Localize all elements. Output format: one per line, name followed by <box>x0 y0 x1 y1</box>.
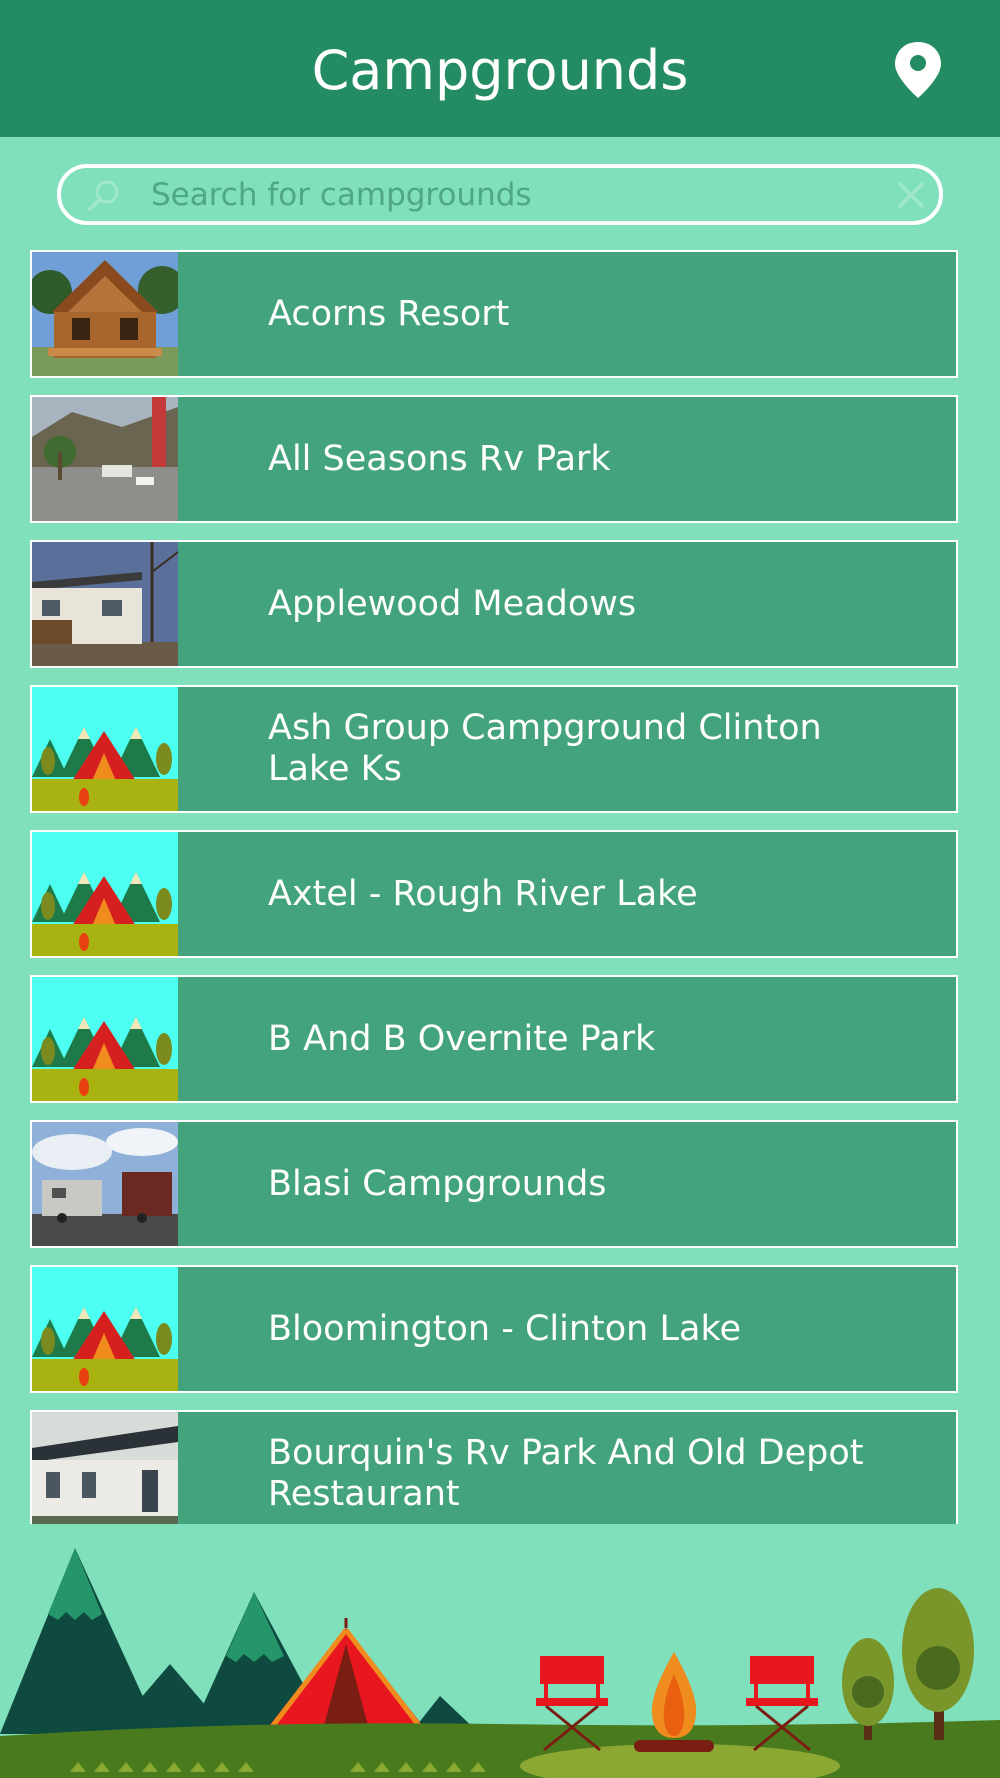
campground-name: All Seasons Rv Park <box>268 438 611 479</box>
rv-park-hillside-photo <box>32 397 178 521</box>
tent-placeholder-illustration <box>32 687 178 811</box>
mobile-home-photo <box>32 542 178 666</box>
list-item[interactable]: B And B Overnite Park <box>30 975 958 1103</box>
campground-name: Acorns Resort <box>268 293 510 334</box>
list-item[interactable]: All Seasons Rv Park <box>30 395 958 523</box>
search-input[interactable] <box>151 168 851 221</box>
list-item[interactable]: Blasi Campgrounds <box>30 1120 958 1248</box>
list-item[interactable]: Axtel - Rough River Lake <box>30 830 958 958</box>
magnifier-icon <box>88 180 119 211</box>
campground-name: Axtel - Rough River Lake <box>268 873 698 914</box>
search-bar <box>57 164 943 225</box>
campground-name: Blasi Campgrounds <box>268 1163 607 1204</box>
list-item[interactable]: Applewood Meadows <box>30 540 958 668</box>
rv-lot-photo <box>32 1122 178 1246</box>
campground-name: B And B Overnite Park <box>268 1018 656 1059</box>
list-item[interactable]: Bloomington - Clinton Lake <box>30 1265 958 1393</box>
close-icon[interactable] <box>897 181 925 209</box>
campground-name: Applewood Meadows <box>268 583 637 624</box>
list-item[interactable]: Bourquin's Rv Park And Old Depot Restaur… <box>30 1410 958 1524</box>
location-pin-icon <box>895 42 941 98</box>
tent-placeholder-illustration <box>32 832 178 956</box>
log-cabin-photo <box>32 252 178 376</box>
campground-name: Bourquin's Rv Park And Old Depot Restaur… <box>268 1433 864 1514</box>
app-header: Campgrounds <box>0 0 1000 137</box>
depot-building-photo <box>32 1412 178 1524</box>
campground-name: Bloomington - Clinton Lake <box>268 1308 741 1349</box>
page-title: Campgrounds <box>311 39 689 102</box>
location-button[interactable] <box>892 40 944 100</box>
list-item[interactable]: Ash Group Campground Clinton Lake Ks <box>30 685 958 813</box>
tent-placeholder-illustration <box>32 1267 178 1391</box>
campground-name: Ash Group Campground Clinton Lake Ks <box>268 708 822 789</box>
campground-list: Acorns Resort All Seasons Rv Park Applew… <box>30 250 958 1524</box>
tent-placeholder-illustration <box>32 977 178 1101</box>
list-item[interactable]: Acorns Resort <box>30 250 958 378</box>
campsite-scene-illustration <box>0 1548 1000 1778</box>
